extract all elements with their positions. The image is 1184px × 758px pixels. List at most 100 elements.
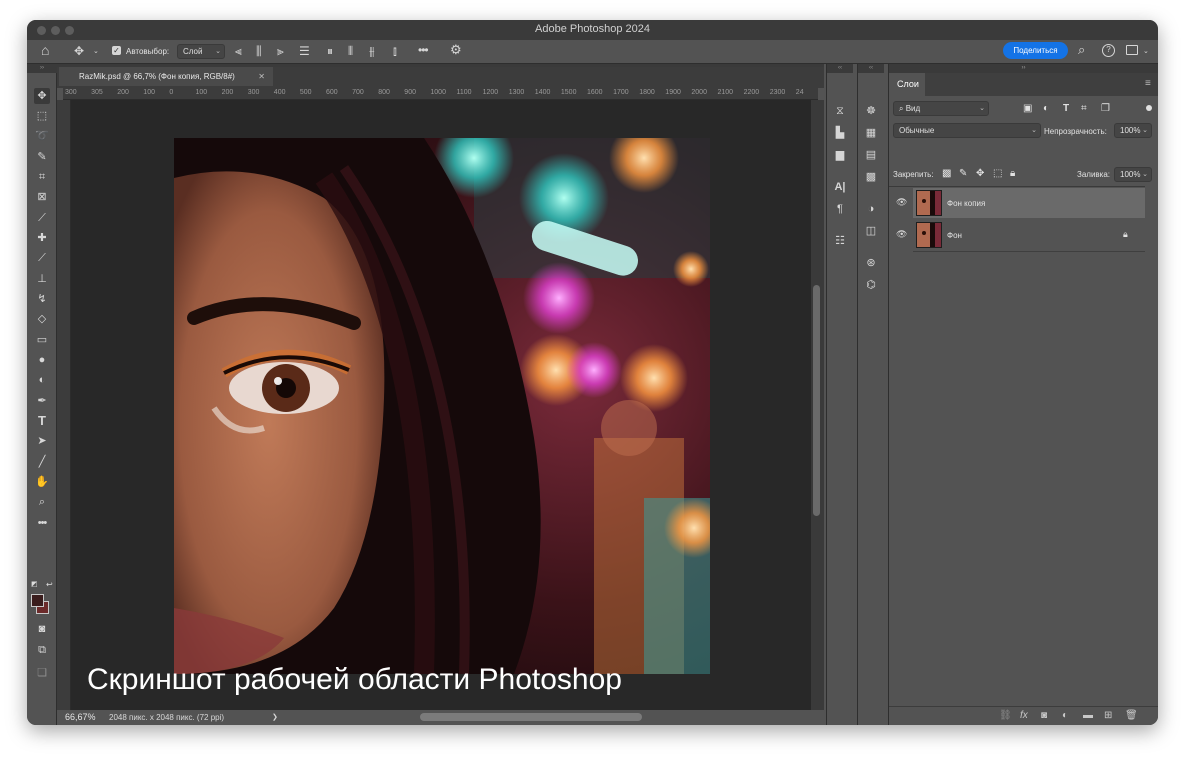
more-options-icon[interactable]: ••• (418, 44, 429, 56)
gradient-tool-icon[interactable]: ▭ (34, 332, 50, 348)
lasso-tool-icon[interactable]: ➰ (34, 128, 50, 144)
gear-icon[interactable]: ⚙ (450, 43, 462, 56)
status-menu-arrow[interactable]: ❯ (272, 713, 278, 721)
eraser-tool-icon[interactable]: ◇ (34, 311, 50, 327)
hand-tool-icon[interactable]: ✋ (34, 474, 50, 490)
move-tool-icon[interactable]: ✥ (34, 88, 50, 104)
actions-panel-icon[interactable]: ▙ (833, 126, 847, 140)
quick-mask-icon[interactable]: ◙ (34, 621, 50, 637)
character-panel-icon[interactable]: A| (833, 180, 847, 194)
workspace-icon[interactable] (1126, 45, 1138, 55)
opacity-field[interactable]: 100% ⌄ (1114, 123, 1152, 138)
adjustments-panel-icon[interactable]: ◑ (864, 202, 878, 216)
comments-panel-icon[interactable]: ▆ (833, 148, 847, 162)
share-button[interactable]: Поделиться (1003, 42, 1068, 59)
lock-image-icon[interactable]: ✎ (959, 168, 967, 179)
history-brush-tool-icon[interactable]: ↯ (34, 291, 50, 307)
layer-row-fon[interactable]: 👁︎ Фон 🔒︎ (896, 220, 1145, 250)
tab-layers[interactable]: Слои (889, 73, 925, 96)
vertical-scroll-thumb[interactable] (813, 285, 820, 516)
visibility-eye-icon[interactable]: 👁︎ (896, 229, 907, 240)
close-tab-icon[interactable]: ✕ (258, 67, 265, 86)
patterns-panel-icon[interactable]: ▩ (864, 170, 878, 184)
auto-select-dropdown[interactable]: Слой ⌄ (177, 44, 225, 59)
align-center-icon[interactable]: ⫼ (256, 45, 262, 57)
move-tool-preset-icon[interactable]: ✥ (74, 45, 84, 57)
eyedropper-tool-icon[interactable]: ⟋ (34, 210, 50, 226)
new-adjustment-layer-icon[interactable]: ◐ (1062, 710, 1068, 721)
blur-tool-icon[interactable]: ● (34, 352, 50, 368)
filter-smart-object-icon[interactable]: ❐ (1101, 103, 1110, 114)
document-tab[interactable]: RazMik.psd @ 66,7% (Фон копия, RGB/8#) ✕ (59, 67, 273, 86)
clone-stamp-tool-icon[interactable]: ⊥ (34, 271, 50, 287)
align-left-icon[interactable]: ⫷ (235, 45, 242, 57)
filter-adjustment-icon[interactable]: ◐ (1043, 103, 1049, 114)
align-top-icon[interactable]: ☰ (299, 45, 310, 57)
lock-transparent-icon[interactable]: ▩ (942, 168, 951, 179)
frame-tool-icon[interactable]: ⊠ (34, 189, 50, 205)
lock-all-icon[interactable]: 🔒︎ (1010, 168, 1015, 179)
swatches-panel-icon[interactable]: ▦ (864, 126, 878, 140)
trash-icon[interactable]: 🗑︎ (1125, 710, 1138, 721)
link-layers-icon[interactable]: ⛓︎ (999, 710, 1012, 721)
filter-toggle[interactable] (1146, 105, 1152, 111)
edit-toolbar-icon[interactable]: ••• (34, 515, 50, 531)
screen-mode-icon[interactable]: ⧉ (34, 642, 50, 658)
color-panel-icon[interactable]: ☸ (864, 104, 878, 118)
foreground-color-swatch[interactable] (31, 594, 44, 607)
filter-pixel-icon[interactable]: ▣ (1023, 103, 1032, 114)
distribute-icon[interactable]: ⫾ (393, 45, 397, 57)
libraries-panel-icon[interactable]: ◫ (864, 224, 878, 238)
lock-artboard-icon[interactable]: ⬚ (993, 168, 1002, 179)
new-group-icon[interactable]: ▬ (1083, 710, 1093, 721)
new-layer-icon[interactable]: ⊞ (1104, 710, 1112, 721)
chevron-down-icon[interactable]: ⌄ (93, 46, 99, 58)
crop-tool-icon[interactable]: ⌗ (34, 169, 50, 185)
zoom-level[interactable]: 66,67% (65, 712, 96, 722)
healing-brush-tool-icon[interactable]: ✚ (34, 230, 50, 246)
extras-icon[interactable]: ❏ (34, 665, 50, 681)
pen-tool-icon[interactable]: ✒ (34, 393, 50, 409)
chevron-down-icon[interactable]: ⌄ (1143, 46, 1149, 58)
layer-style-icon[interactable]: fx (1020, 710, 1028, 721)
panel-collapse-icon[interactable]: ›› (27, 64, 57, 73)
quick-selection-tool-icon[interactable]: ✎ (34, 149, 50, 165)
paragraph-panel-icon[interactable]: ¶ (833, 202, 847, 216)
panel-collapse-icon[interactable]: ‹‹ (858, 64, 884, 73)
canvas-area[interactable]: Скриншот рабочей области Photoshop (71, 100, 811, 710)
home-icon[interactable]: ⌂ (41, 43, 49, 57)
align-vertical-center-icon[interactable]: ⏸ (327, 45, 333, 57)
panel-collapse-icon[interactable]: ‹‹ (827, 64, 853, 73)
brush-tool-icon[interactable]: ⟋ (34, 250, 50, 266)
layer-filter-dropdown[interactable]: ⌕ Вид ⌄ (893, 101, 989, 116)
filter-type-icon[interactable]: T (1063, 103, 1069, 114)
lock-position-icon[interactable]: ✥ (976, 168, 984, 179)
panel-menu-icon[interactable]: ≡ (1145, 78, 1151, 89)
fill-field[interactable]: 100% ⌄ (1114, 167, 1152, 182)
align-bottom-icon[interactable]: ⫵ (369, 45, 375, 57)
add-mask-icon[interactable]: ◙ (1041, 710, 1047, 721)
align-vertical-middle-icon[interactable]: ⫴ (348, 45, 353, 57)
swap-colors-icon[interactable]: ↩ (46, 580, 53, 589)
default-colors-icon[interactable]: ◩ (31, 580, 38, 588)
help-icon[interactable]: ? (1102, 44, 1115, 57)
channels-panel-icon[interactable]: ⊛ (864, 256, 878, 270)
layer-row-fon-kopiya[interactable]: 👁︎ Фон копия (896, 188, 1145, 218)
path-selection-tool-icon[interactable]: ➤ (34, 433, 50, 449)
adjustments-properties-icon[interactable]: ☷ (833, 234, 847, 248)
visibility-eye-icon[interactable]: 👁︎ (896, 197, 907, 208)
gradients-panel-icon[interactable]: ▤ (864, 148, 878, 162)
vertical-scrollbar[interactable] (811, 100, 824, 710)
blend-mode-dropdown[interactable]: Обычные ⌄ (893, 123, 1041, 138)
history-panel-icon[interactable]: ⧖ (833, 104, 847, 118)
paths-panel-icon[interactable]: ⌬ (864, 278, 878, 292)
dodge-tool-icon[interactable]: ◐ (34, 372, 50, 388)
search-icon[interactable]: ⌕ (1078, 43, 1085, 56)
type-tool-icon[interactable]: T (34, 413, 50, 429)
filter-shape-icon[interactable]: ⌗ (1081, 103, 1087, 114)
zoom-tool-icon[interactable]: ⌕ (34, 494, 50, 510)
horizontal-scroll-thumb[interactable] (420, 713, 642, 721)
marquee-tool-icon[interactable]: ⬚ (34, 108, 50, 124)
align-right-icon[interactable]: ⫸ (277, 45, 284, 57)
auto-select-checkbox[interactable]: ✓ (112, 46, 121, 55)
